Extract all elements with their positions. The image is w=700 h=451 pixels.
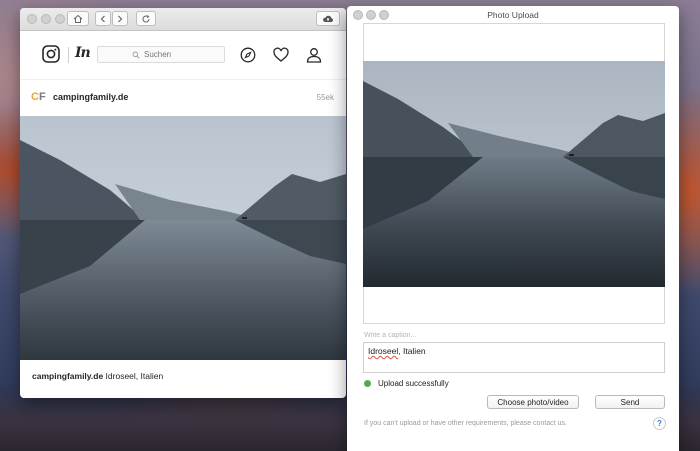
footer-note: If you can't upload or have other requir… — [364, 420, 567, 427]
nav-divider — [68, 47, 69, 63]
search-box[interactable] — [97, 46, 225, 63]
forward-button[interactable] — [112, 11, 128, 26]
caption-text: Idroseel, Italien — [105, 371, 164, 381]
help-button[interactable]: ? — [653, 417, 666, 430]
reload-icon — [142, 14, 150, 22]
back-button[interactable] — [95, 11, 111, 26]
forward-icon — [118, 15, 123, 22]
search-input[interactable] — [144, 50, 190, 59]
instagram-wordmark[interactable]: In — [75, 45, 91, 61]
home-icon — [73, 14, 83, 23]
instagram-nav: In — [20, 31, 346, 80]
caption-misspelled-word: Idroseel — [368, 346, 399, 356]
photo-upload-window: Photo Upload Write a caption... Idroseel… — [347, 6, 679, 451]
search-icon — [132, 51, 140, 59]
explore-compass-icon[interactable] — [240, 47, 256, 63]
send-button[interactable]: Send — [595, 395, 665, 409]
status-message: Upload successfully — [378, 379, 449, 388]
profile-icon[interactable] — [306, 47, 322, 63]
caption-textarea[interactable]: Idroseel, Italien — [363, 342, 665, 373]
post-caption: campingfamily.de Idroseel, Italien — [32, 371, 163, 381]
post-timestamp: 55ek — [316, 93, 334, 102]
status-indicator — [364, 380, 371, 387]
minimize-window-button[interactable] — [41, 14, 51, 24]
upload-cloud-icon — [323, 15, 333, 22]
caption-rest: , Italien — [398, 346, 426, 356]
caption-label: Write a caption... — [364, 332, 417, 339]
caption-username[interactable]: campingfamily.de — [32, 371, 103, 381]
window-title: Photo Upload — [487, 10, 539, 20]
home-button[interactable] — [67, 11, 89, 26]
upload-button[interactable] — [316, 11, 340, 26]
post-header: CF campingfamily.de 55ek — [20, 80, 346, 116]
zoom-window-button[interactable] — [55, 14, 65, 24]
reload-button[interactable] — [136, 11, 156, 26]
post-username[interactable]: campingfamily.de — [53, 92, 128, 102]
back-icon — [100, 15, 105, 22]
choose-photo-button[interactable]: Choose photo/video — [487, 395, 579, 409]
browser-window: In CF campingfamily.de 55ek — [20, 8, 346, 398]
instagram-icon[interactable] — [42, 45, 60, 63]
avatar[interactable]: CF — [31, 91, 46, 103]
browser-titlebar — [20, 8, 346, 31]
close-window-button[interactable] — [27, 14, 37, 24]
post-photo — [20, 116, 346, 360]
photo-preview — [363, 61, 665, 287]
heart-icon[interactable] — [273, 47, 289, 63]
